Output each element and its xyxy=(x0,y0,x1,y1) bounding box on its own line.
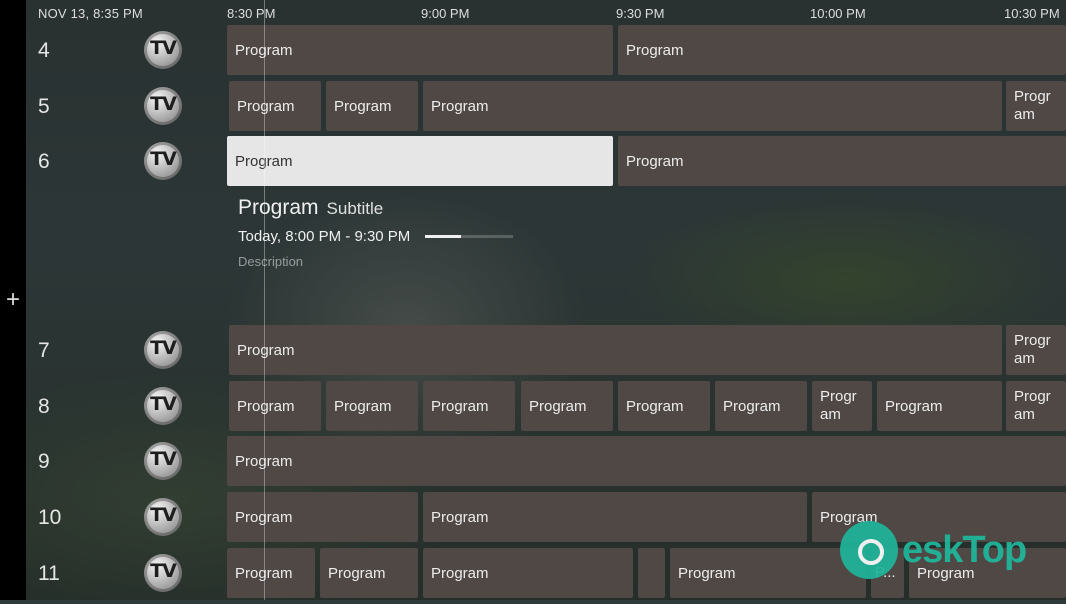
channel-number: 8 xyxy=(38,395,50,418)
program-cell[interactable]: Program xyxy=(1006,381,1066,431)
program-cell[interactable]: Program xyxy=(227,548,315,598)
channel-number: 11 xyxy=(38,562,60,585)
channel-number: 6 xyxy=(38,150,50,173)
channel-number: 7 xyxy=(38,339,50,362)
program-details: Program Subtitle Today, 8:00 PM - 9:30 PM… xyxy=(238,196,513,269)
program-title: Program xyxy=(238,196,319,219)
channel-logo-text: TV xyxy=(150,93,177,115)
channel-row: 6 TV Program Program xyxy=(26,136,1066,192)
channel-row: 8 TV Program Program Program Program Pro… xyxy=(26,381,1066,437)
program-cell[interactable]: Program xyxy=(1006,81,1066,131)
watermark-text: eskTop xyxy=(902,528,1027,571)
program-cell[interactable]: Program xyxy=(229,381,321,431)
program-cell[interactable]: Program xyxy=(326,81,418,131)
channel-row: 7 TV Program Program xyxy=(26,325,1066,381)
channel-logo-icon: TV xyxy=(144,142,182,180)
channel-logo-icon: TV xyxy=(144,87,182,125)
program-cell[interactable]: Program xyxy=(812,381,872,431)
channel-logo-icon: TV xyxy=(144,31,182,69)
program-cell[interactable]: Program xyxy=(229,325,1002,375)
channel-logo-text: TV xyxy=(150,393,177,415)
channel-logo-text: TV xyxy=(150,560,177,582)
program-cell[interactable]: Program xyxy=(227,492,418,542)
channel-number: 4 xyxy=(38,39,50,62)
program-cell[interactable]: Program xyxy=(670,548,866,598)
program-cell[interactable]: Program xyxy=(423,381,515,431)
channel-row: 4 TV Program Program xyxy=(26,25,1066,81)
program-description: Description xyxy=(238,254,304,269)
program-cell[interactable]: Program xyxy=(1006,325,1066,375)
program-cell[interactable]: Program xyxy=(618,381,710,431)
program-cell[interactable]: Program xyxy=(423,548,633,598)
program-progress-bar xyxy=(425,235,513,238)
channel-row: 9 TV Program xyxy=(26,436,1066,492)
channel-logo-icon: TV xyxy=(144,554,182,592)
plus-icon[interactable]: + xyxy=(3,288,23,312)
desktop-logo-icon xyxy=(840,521,898,579)
program-cell[interactable]: Program xyxy=(229,81,321,131)
channel-logo-text: TV xyxy=(150,448,177,470)
program-cell[interactable]: Program xyxy=(618,136,1066,186)
timeline-label: 9:00 PM xyxy=(421,6,470,21)
channel-logo-icon: TV xyxy=(144,387,182,425)
channel-logo-text: TV xyxy=(150,337,177,359)
program-cell[interactable]: Program xyxy=(227,25,613,75)
timeline-label: 8:30 PM xyxy=(227,6,276,21)
current-time-line xyxy=(264,0,265,600)
watermark: eskTop xyxy=(840,520,1027,580)
channel-logo-text: TV xyxy=(150,37,177,59)
program-cell[interactable]: Program xyxy=(423,81,1002,131)
progress-fill xyxy=(425,235,462,238)
channel-number: 9 xyxy=(38,450,50,473)
program-cell[interactable]: Program xyxy=(715,381,807,431)
channel-row: 5 TV Program Program Program Program xyxy=(26,81,1066,137)
timeline-label: 10:30 PM xyxy=(1004,6,1060,21)
program-cell-selected[interactable]: Program xyxy=(227,136,613,186)
program-cell[interactable]: Program xyxy=(618,25,1066,75)
channel-number: 10 xyxy=(38,506,62,529)
timeline-label: 9:30 PM xyxy=(616,6,665,21)
program-cell[interactable]: Program xyxy=(320,548,418,598)
program-cell[interactable]: Program xyxy=(326,381,418,431)
program-cell[interactable]: Program xyxy=(877,381,1002,431)
channel-logo-text: TV xyxy=(150,504,177,526)
channel-logo-icon: TV xyxy=(144,442,182,480)
current-datetime: NOV 13, 8:35 PM xyxy=(38,6,143,21)
program-subtitle: Subtitle xyxy=(326,199,384,218)
program-cell[interactable]: Program xyxy=(423,492,807,542)
timeline-label: 10:00 PM xyxy=(810,6,866,21)
channel-logo-text: TV xyxy=(150,148,177,170)
channel-number: 5 xyxy=(38,95,50,118)
program-cell[interactable] xyxy=(638,548,665,598)
channel-logo-icon: TV xyxy=(144,498,182,536)
program-cell[interactable]: Program xyxy=(521,381,613,431)
program-cell[interactable]: Program xyxy=(227,436,1066,486)
channel-logo-icon: TV xyxy=(144,331,182,369)
side-nav: + xyxy=(0,0,26,600)
